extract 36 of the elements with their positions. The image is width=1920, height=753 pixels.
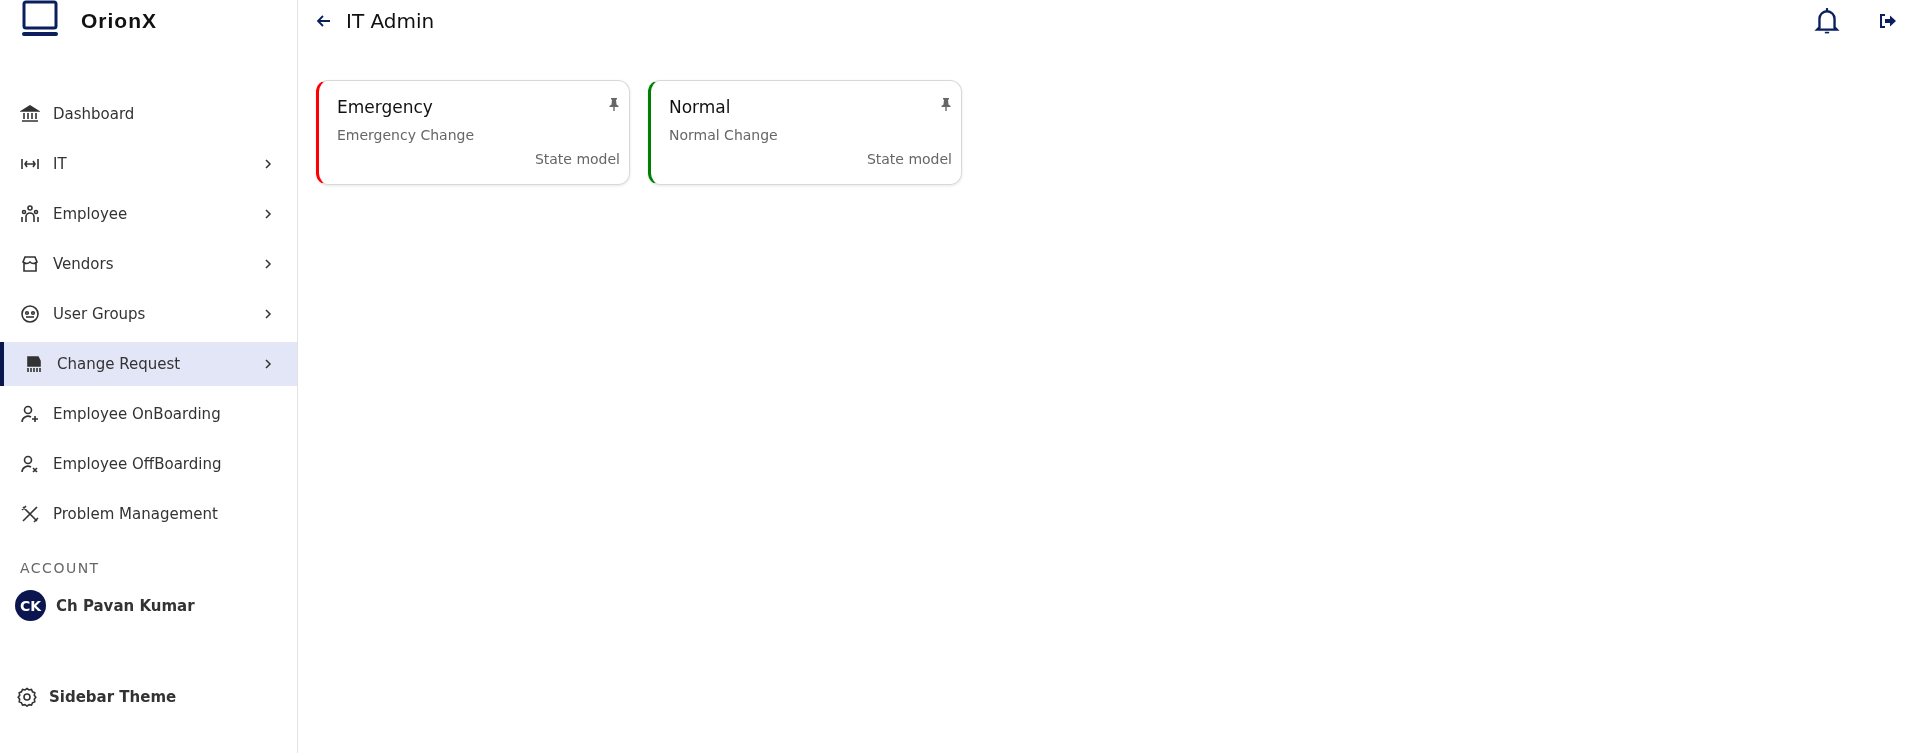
user-name: Ch Pavan Kumar bbox=[56, 596, 195, 615]
sidebar-theme-button[interactable]: Sidebar Theme bbox=[17, 683, 181, 711]
pin-icon[interactable] bbox=[940, 97, 952, 113]
card-footer: State model bbox=[866, 151, 952, 167]
sidebar-item[interactable]: Employee bbox=[0, 192, 297, 236]
card[interactable]: Normal Normal Change State model bbox=[648, 80, 962, 185]
people-icon bbox=[20, 204, 40, 224]
settings-icon bbox=[17, 687, 37, 707]
sidebar-item[interactable]: Change Request bbox=[0, 342, 297, 386]
sidebar-item[interactable]: Vendors bbox=[0, 242, 297, 286]
card-subtitle: Normal Change bbox=[669, 127, 779, 143]
back-arrow-icon bbox=[316, 13, 332, 29]
section-heading: ACCOUNT bbox=[20, 560, 101, 576]
pin-icon[interactable] bbox=[608, 97, 620, 113]
card-subtitle: Emergency Change bbox=[337, 127, 475, 143]
sidebar-item[interactable]: Problem Management bbox=[0, 492, 297, 536]
user-remove-icon bbox=[20, 454, 40, 474]
laptop-icon bbox=[20, 0, 60, 39]
card-footer: State model bbox=[534, 151, 620, 167]
sidebar-item[interactable]: Dashboard bbox=[0, 92, 297, 136]
brand-name: OrionX bbox=[81, 9, 157, 33]
bell-icon[interactable] bbox=[1814, 7, 1840, 35]
card-title: Emergency bbox=[337, 97, 433, 117]
card[interactable]: Emergency Emergency Change State model bbox=[316, 80, 630, 185]
tools-icon bbox=[20, 504, 40, 524]
store-icon bbox=[20, 254, 40, 274]
page-title: IT Admin bbox=[346, 9, 435, 33]
bank-icon bbox=[20, 104, 40, 124]
logout-icon[interactable] bbox=[1878, 11, 1898, 31]
user-avatar: CK bbox=[15, 590, 46, 621]
sidebar-item[interactable]: IT bbox=[0, 142, 297, 186]
user-add-icon bbox=[20, 404, 40, 424]
sidebar-item[interactable]: Employee OnBoarding bbox=[0, 392, 297, 436]
sidebar-item[interactable]: User Groups bbox=[0, 292, 297, 336]
sidebar-item[interactable]: Employee OffBoarding bbox=[0, 442, 297, 486]
card-title: Normal bbox=[669, 97, 731, 117]
